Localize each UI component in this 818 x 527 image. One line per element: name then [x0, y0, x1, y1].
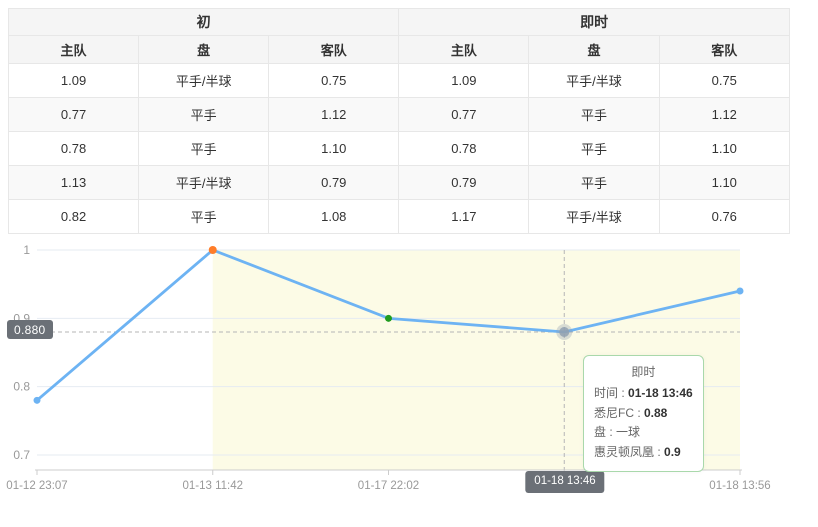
odds-cell: 1.12 — [659, 98, 789, 132]
odds-cell: 0.79 — [269, 166, 399, 200]
odds-cell: 平手 — [529, 132, 659, 166]
odds-cell: 0.75 — [659, 64, 789, 98]
odds-cell: 平手/半球 — [529, 200, 659, 234]
odds-cell: 0.82 — [9, 200, 139, 234]
col-header-handicap-live: 盘 — [529, 36, 659, 64]
odds-cell: 1.17 — [399, 200, 529, 234]
odds-cell: 平手/半球 — [139, 64, 269, 98]
chart-tooltip: 即时 时间 : 01-18 13:46悉尼FC : 0.88盘 : 一球惠灵顿凤… — [583, 355, 704, 472]
tooltip-value: 0.88 — [644, 406, 667, 420]
odds-row: 0.78平手1.100.78平手1.10 — [9, 132, 790, 166]
odds-cell: 0.78 — [9, 132, 139, 166]
x-tick-label: 01-12 23:07 — [6, 480, 67, 492]
odds-cell: 0.79 — [399, 166, 529, 200]
odds-cell: 1.10 — [659, 166, 789, 200]
odds-cell: 平手 — [529, 166, 659, 200]
tooltip-label: 悉尼FC : — [594, 406, 644, 420]
odds-cell: 1.10 — [269, 132, 399, 166]
odds-page: 初 即时 主队 盘 客队 主队 盘 客队 1.09平手/半球0.751.09平手… — [0, 0, 818, 527]
odds-row: 0.77平手1.120.77平手1.12 — [9, 98, 790, 132]
col-header-home-live: 主队 — [399, 36, 529, 64]
y-tick-label: 0.7 — [13, 448, 30, 462]
tooltip-row: 时间 : 01-18 13:46 — [594, 384, 693, 404]
odds-cell: 1.10 — [659, 132, 789, 166]
tooltip-value: 一球 — [616, 425, 640, 439]
odds-cell: 平手 — [139, 98, 269, 132]
tooltip-row: 悉尼FC : 0.88 — [594, 404, 693, 424]
odds-row: 1.09平手/半球0.751.09平手/半球0.75 — [9, 64, 790, 98]
y-tick-label: 0.8 — [13, 380, 30, 394]
x-tick-label: 01-18 13:56 — [709, 480, 770, 492]
odds-cell: 0.77 — [9, 98, 139, 132]
tooltip-row: 惠灵顿凤凰 : 0.9 — [594, 443, 693, 463]
group-header-live: 即时 — [399, 9, 790, 36]
tooltip-label: 惠灵顿凤凰 : — [594, 445, 664, 459]
odds-cell: 平手 — [139, 132, 269, 166]
odds-row: 1.13平手/半球0.790.79平手1.10 — [9, 166, 790, 200]
data-point — [385, 315, 392, 322]
odds-cell: 1.08 — [269, 200, 399, 234]
y-tick-label: 1 — [23, 243, 30, 257]
odds-cell: 1.13 — [9, 166, 139, 200]
col-header-away-initial: 客队 — [269, 36, 399, 64]
tooltip-label: 时间 : — [594, 386, 628, 400]
col-header-handicap-initial: 盘 — [139, 36, 269, 64]
tooltip-row: 盘 : 一球 — [594, 423, 693, 443]
odds-row: 0.82平手1.081.17平手/半球0.76 — [9, 200, 790, 234]
odds-table: 初 即时 主队 盘 客队 主队 盘 客队 1.09平手/半球0.751.09平手… — [8, 8, 790, 234]
data-point — [209, 246, 217, 254]
group-header-initial: 初 — [9, 9, 399, 36]
odds-cell: 0.75 — [269, 64, 399, 98]
tooltip-value: 01-18 13:46 — [628, 386, 693, 400]
tooltip-label: 盘 : — [594, 425, 616, 439]
odds-cell: 平手/半球 — [529, 64, 659, 98]
odds-cell: 1.09 — [9, 64, 139, 98]
odds-cell: 0.78 — [399, 132, 529, 166]
tooltip-title: 即时 — [594, 363, 693, 383]
data-point — [34, 397, 41, 404]
x-tick-label: 01-13 11:42 — [182, 480, 243, 492]
odds-cell: 0.76 — [659, 200, 789, 234]
odds-cell: 平手/半球 — [139, 166, 269, 200]
y-axis-value-badge: 0.880 — [7, 320, 53, 339]
hover-point — [559, 327, 569, 337]
col-header-home-initial: 主队 — [9, 36, 139, 64]
odds-cell: 0.77 — [399, 98, 529, 132]
tooltip-value: 0.9 — [664, 445, 681, 459]
data-point — [737, 288, 744, 295]
odds-cell: 1.12 — [269, 98, 399, 132]
odds-cell: 1.09 — [399, 64, 529, 98]
odds-cell: 平手 — [139, 200, 269, 234]
odds-cell: 平手 — [529, 98, 659, 132]
col-header-away-live: 客队 — [659, 36, 789, 64]
x-tick-label: 01-17 22:02 — [358, 480, 419, 492]
x-axis-highlight-badge: 01-18 13:46 — [525, 471, 604, 493]
